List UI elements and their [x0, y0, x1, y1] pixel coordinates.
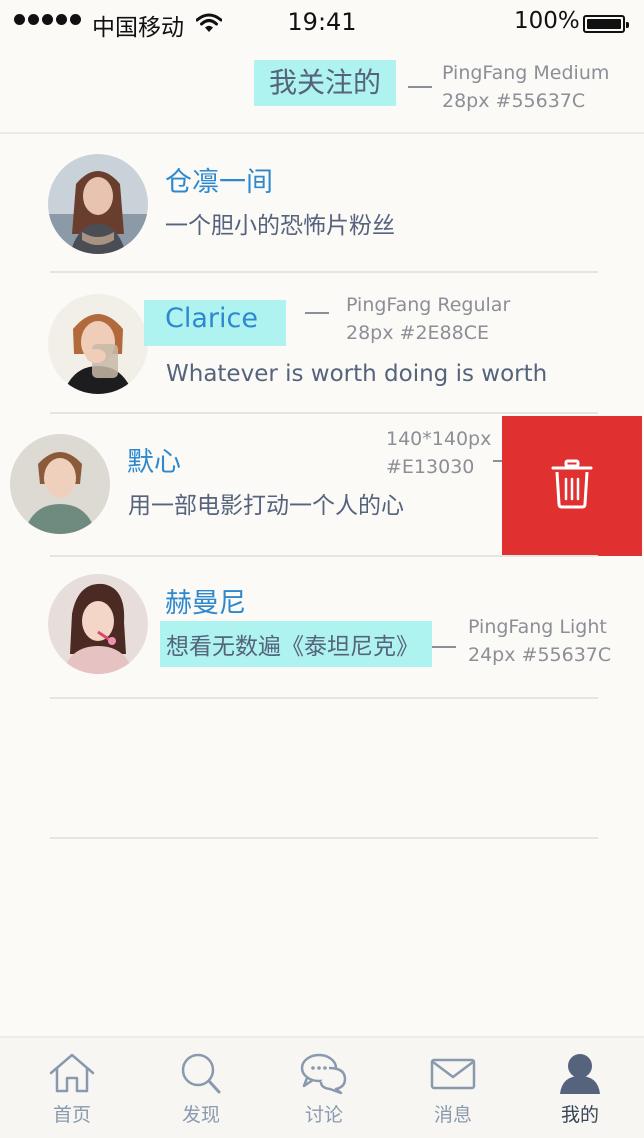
user-bio: 一个胆小的恐怖片粉丝 [165, 213, 395, 239]
user-name[interactable]: 赫曼尼 [165, 581, 246, 620]
divider [50, 837, 598, 839]
annotation-name-spec: 28px #2E88CE [346, 322, 489, 344]
trash-icon [551, 459, 593, 513]
avatar[interactable] [48, 154, 148, 254]
tab-label: 讨论 [304, 1104, 343, 1126]
page-title: 我关注的 [254, 60, 396, 106]
tab-label: 我的 [560, 1104, 599, 1126]
tab-label: 消息 [433, 1104, 472, 1126]
tab-label: 发现 [181, 1104, 220, 1126]
user-bio: 想看无数遍《泰坦尼克》 [166, 634, 419, 660]
divider [50, 697, 598, 699]
chat-bubbles-icon [299, 1053, 349, 1098]
avatar[interactable] [48, 574, 148, 674]
user-name[interactable]: 默心 [127, 440, 181, 479]
status-bar: 中国移动 19:41 100% [0, 0, 644, 50]
annotation-title-spec: 28px #55637C [442, 90, 586, 112]
annotation-desc-font: PingFang Light [468, 616, 607, 638]
user-name[interactable]: Clarice [165, 303, 258, 334]
divider [50, 412, 598, 414]
annotation-name-font: PingFang Regular [346, 294, 511, 316]
delete-button[interactable] [502, 416, 642, 556]
battery-percentage: 100% [514, 8, 580, 34]
annotation-leader [408, 86, 432, 88]
user-icon [556, 1054, 604, 1098]
annotation-delete-size: 140*140px [386, 428, 492, 450]
annotation-leader [432, 646, 456, 648]
avatar[interactable] [10, 434, 110, 534]
tab-me[interactable]: 我的 [535, 1052, 625, 1127]
user-bio: Whatever is worth doing is worth [166, 361, 548, 387]
tab-home[interactable]: 首页 [27, 1052, 117, 1127]
mail-icon [429, 1058, 477, 1098]
avatar[interactable] [48, 294, 148, 394]
annotation-delete-color: #E13030 [386, 456, 475, 478]
search-icon [177, 1053, 225, 1098]
user-bio: 用一部电影打动一个人的心 [128, 493, 404, 519]
annotation-title-font: PingFang Medium [442, 62, 610, 84]
user-name[interactable]: 仓凛一间 [165, 160, 273, 199]
tab-discussion[interactable]: 讨论 [279, 1052, 369, 1127]
annotation-desc-spec: 24px #55637C [468, 644, 612, 666]
tab-discover[interactable]: 发现 [156, 1052, 246, 1127]
tab-messages[interactable]: 消息 [408, 1052, 498, 1127]
tab-label: 首页 [52, 1104, 91, 1126]
battery-icon [583, 15, 629, 33]
annotation-leader [305, 312, 329, 314]
home-icon [48, 1053, 96, 1098]
